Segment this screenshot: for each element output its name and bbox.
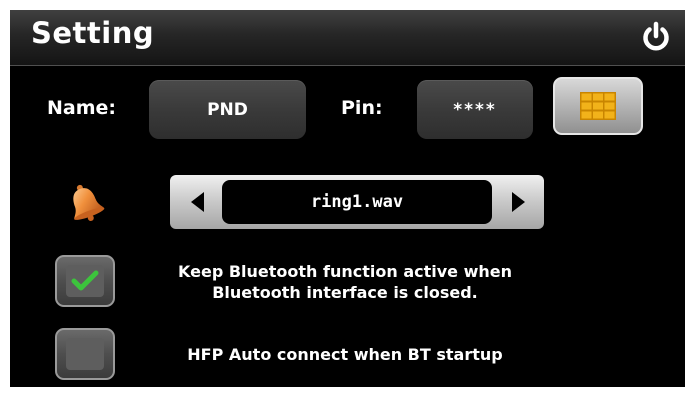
settings-screen: Setting Name: PND Pin: **** ring1.wav Ke… (10, 10, 685, 387)
power-icon (643, 21, 669, 51)
pin-field[interactable]: **** (417, 80, 533, 139)
keypad-grid-icon (580, 92, 616, 120)
ringtone-prev-button[interactable] (178, 183, 218, 221)
arrow-left-icon (191, 192, 204, 212)
keep-bluetooth-active-label: Keep Bluetooth function active when Blue… (150, 261, 540, 303)
option-label-line: Bluetooth interface is closed. (212, 283, 478, 302)
checkbox-inner (66, 265, 104, 297)
power-button[interactable] (639, 20, 673, 54)
keep-bluetooth-active-checkbox[interactable] (55, 255, 115, 307)
checkmark-icon (71, 270, 99, 291)
hfp-auto-connect-label: HFP Auto connect when BT startup (187, 345, 503, 364)
title-bar: Setting (10, 10, 685, 66)
ringtone-name: ring1.wav (222, 180, 492, 224)
name-label: Name: (47, 97, 117, 119)
name-field[interactable]: PND (149, 80, 306, 139)
keypad-button[interactable] (553, 77, 643, 135)
page-title: Setting (31, 16, 155, 50)
ringtone-next-button[interactable] (498, 183, 538, 221)
pin-label: Pin: (341, 97, 383, 119)
bell-icon (73, 184, 105, 221)
checkbox-inner (66, 338, 104, 370)
hfp-auto-connect-checkbox[interactable] (55, 328, 115, 380)
ringtone-selector: ring1.wav (170, 175, 544, 229)
arrow-right-icon (512, 192, 525, 212)
option-label-line: Keep Bluetooth function active when (178, 262, 512, 281)
